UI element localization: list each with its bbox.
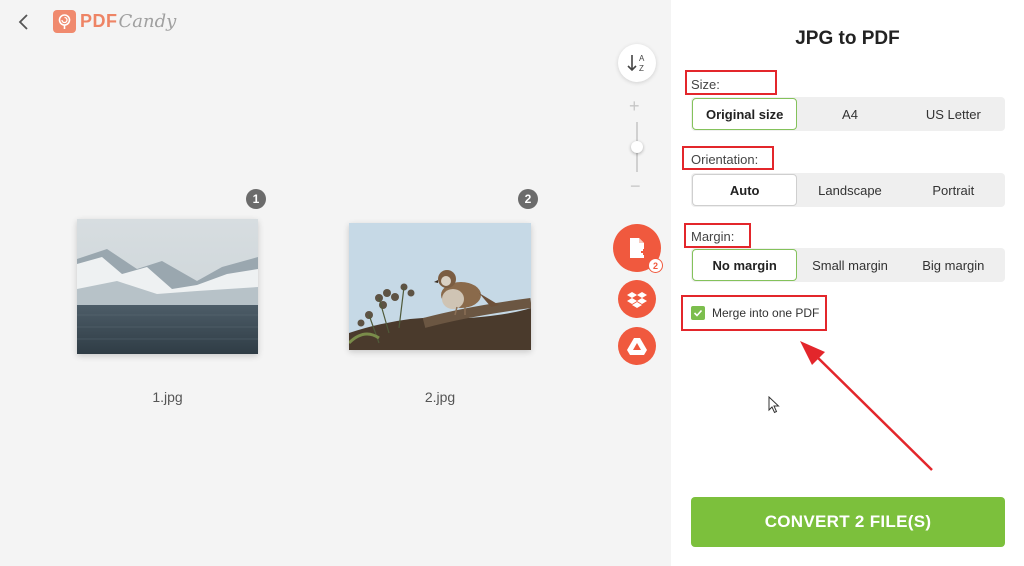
zoom-in-button[interactable]: + <box>629 96 640 117</box>
dropbox-icon <box>627 292 647 308</box>
convert-button[interactable]: CONVERT 2 FILE(S) <box>691 497 1005 547</box>
annotation-highlight-box <box>684 223 751 248</box>
panel-title: JPG to PDF <box>795 28 900 49</box>
candy-logo-icon <box>53 10 76 33</box>
chevron-left-icon <box>18 14 28 30</box>
svg-text:Z: Z <box>639 64 644 73</box>
sort-az-icon: A Z <box>627 54 645 73</box>
zoom-out-button[interactable]: − <box>630 176 641 197</box>
file-index-badge: 1 <box>246 189 266 209</box>
annotation-highlight-box <box>685 70 777 95</box>
file-preview-image[interactable] <box>77 219 258 354</box>
annotation-highlight-box <box>681 295 827 331</box>
logo-text-pdf: PDF <box>80 11 118 31</box>
sort-az-button[interactable]: A Z <box>618 44 656 82</box>
margin-option-big[interactable]: Big margin <box>902 248 1005 282</box>
file-count-badge: 2 <box>648 258 663 273</box>
margin-selector: No margin Small margin Big margin <box>691 248 1005 282</box>
zoom-slider-handle[interactable] <box>631 141 643 153</box>
orientation-option-landscape[interactable]: Landscape <box>798 173 901 207</box>
google-drive-icon <box>627 338 647 355</box>
logo[interactable]: PDF Candy <box>53 10 176 33</box>
orientation-option-portrait[interactable]: Portrait <box>902 173 1005 207</box>
add-file-icon <box>630 238 647 258</box>
size-selector: Original size A4 US Letter <box>691 97 1005 131</box>
back-button[interactable] <box>14 10 34 34</box>
file-name-label: 1.jpg <box>152 389 183 405</box>
workspace: PDF Candy 1 1.jpg 2 2.jpg A Z + − 2 <box>0 0 671 566</box>
dropbox-button[interactable] <box>618 280 656 318</box>
margin-option-none[interactable]: No margin <box>692 249 798 281</box>
size-option-original[interactable]: Original size <box>692 98 798 130</box>
size-option-a4[interactable]: A4 <box>798 97 901 131</box>
margin-option-small[interactable]: Small margin <box>798 248 901 282</box>
logo-text-candy: Candy <box>118 11 177 32</box>
svg-text:A: A <box>639 54 645 63</box>
size-option-us-letter[interactable]: US Letter <box>902 97 1005 131</box>
file-index-badge: 2 <box>518 189 538 209</box>
annotation-highlight-box <box>682 146 774 170</box>
orientation-selector: Auto Landscape Portrait <box>691 173 1005 207</box>
orientation-option-auto[interactable]: Auto <box>692 174 798 206</box>
mouse-cursor-icon <box>768 395 780 419</box>
file-name-label: 2.jpg <box>424 389 456 405</box>
google-drive-button[interactable] <box>618 327 656 365</box>
file-preview-image[interactable] <box>349 223 531 350</box>
